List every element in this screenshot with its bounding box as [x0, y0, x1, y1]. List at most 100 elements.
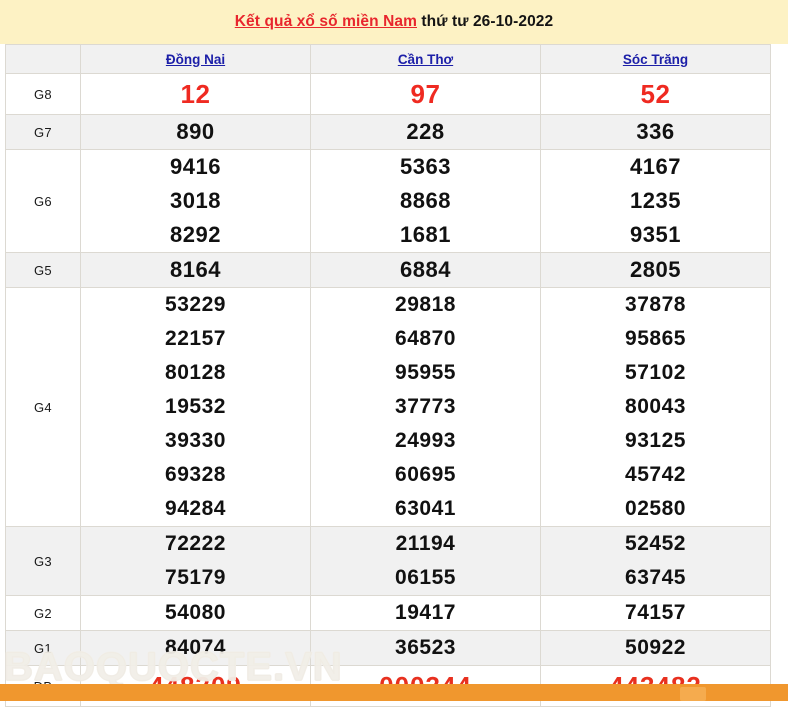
prize-cell: 5363 8868 1681: [310, 149, 541, 253]
page-title-date: thứ tư 26-10-2022: [416, 13, 554, 30]
prize-cell: 9416 3018 8292: [80, 149, 311, 253]
header-province-can-tho: Cần Thơ: [310, 44, 541, 74]
table-row: G5 8164 6884 2805: [5, 252, 771, 288]
table-row: G4 53229 22157 80128 19532 39330 69328 94284 298…: [5, 287, 771, 527]
prize-number: 3018: [170, 188, 221, 213]
prize-number: 9416: [170, 154, 221, 179]
prize-cell: 97: [310, 73, 541, 115]
prize-number: 75179: [165, 566, 226, 589]
prize-cell: 890: [80, 114, 311, 150]
header-corner-cell: [5, 44, 81, 74]
table-row: G3 72222 75179 21194 06155 52452 63745: [5, 526, 771, 596]
prize-number: 52: [640, 79, 671, 109]
prize-cell: 37878 95865 57102 80043 93125 45742 02580: [540, 287, 771, 527]
page-title: Kết quả xổ số miền Nam thứ tư 26-10-2022: [235, 13, 553, 31]
prize-number: 02580: [625, 497, 686, 520]
prize-number: 84074: [165, 636, 226, 659]
prize-number: 95955: [395, 361, 456, 384]
province-link-soc-trang[interactable]: Sóc Trăng: [623, 52, 688, 67]
row-label-g8: G8: [5, 73, 81, 115]
row-label-g5: G5: [5, 252, 81, 288]
lottery-results-container: Đồng Nai Cần Thơ Sóc Trăng G8 12 97 52 G7 890…: [0, 44, 788, 707]
prize-number: 06155: [395, 566, 456, 589]
prize-number: 37878: [625, 293, 686, 316]
prize-number: 8868: [400, 188, 451, 213]
prize-number: 36523: [395, 636, 456, 659]
header-province-soc-trang: Sóc Trăng: [540, 44, 771, 74]
prize-number: 8292: [170, 222, 221, 247]
table-row: G2 54080 19417 74157: [5, 595, 771, 631]
prize-number: 228: [406, 119, 445, 144]
table-row: G7 890 228 336: [5, 114, 771, 150]
prize-cell: 8164: [80, 252, 311, 288]
prize-number: 5363: [400, 154, 451, 179]
prize-cell: 12: [80, 73, 311, 115]
prize-number: 60695: [395, 463, 456, 486]
prize-number: 2805: [630, 257, 681, 282]
prize-number: 22157: [165, 327, 226, 350]
page-title-highlight: Kết quả xổ số miền Nam: [234, 13, 417, 30]
prize-number: 1235: [630, 188, 681, 213]
prize-number: 37773: [395, 395, 456, 418]
prize-number: 21194: [395, 532, 456, 555]
prize-number: 19532: [165, 395, 226, 418]
table-body: G8 12 97 52 G7 890 228 336 G6 9416 3018 8292 5363 886…: [5, 73, 771, 707]
prize-number: 72222: [165, 532, 226, 555]
prize-cell: 2805: [540, 252, 771, 288]
lottery-results-table: Đồng Nai Cần Thơ Sóc Trăng G8 12 97 52 G7 890…: [5, 44, 771, 707]
prize-number: 336: [636, 119, 675, 144]
prize-number: 12: [180, 79, 211, 109]
prize-number: 24993: [395, 429, 456, 452]
prize-number: 80043: [625, 395, 686, 418]
row-label-g7: G7: [5, 114, 81, 150]
prize-number: 8164: [170, 257, 221, 282]
prize-cell: 52452 63745: [540, 526, 771, 596]
province-link-dong-nai[interactable]: Đồng Nai: [166, 52, 225, 67]
row-label-g4: G4: [5, 287, 81, 527]
row-label-g2: G2: [5, 595, 81, 631]
prize-cell: 84074: [80, 630, 311, 666]
prize-cell: 336: [540, 114, 771, 150]
prize-cell: 29818 64870 95955 37773 24993 60695 63041: [310, 287, 541, 527]
header-row: Đồng Nai Cần Thơ Sóc Trăng: [5, 44, 771, 74]
row-label-g3: G3: [5, 526, 81, 596]
prize-number: 69328: [165, 463, 226, 486]
prize-cell: 72222 75179: [80, 526, 311, 596]
prize-number: 57102: [625, 361, 686, 384]
row-label-g1: G1: [5, 630, 81, 666]
prize-number: 97: [410, 79, 441, 109]
prize-number: 52452: [625, 532, 686, 555]
prize-cell: 36523: [310, 630, 541, 666]
prize-number: 890: [176, 119, 215, 144]
prize-cell: 6884: [310, 252, 541, 288]
prize-cell: 19417: [310, 595, 541, 631]
prize-cell: 54080: [80, 595, 311, 631]
prize-number: 95865: [625, 327, 686, 350]
prize-number: 54080: [165, 601, 226, 624]
table-row: G8 12 97 52: [5, 73, 771, 115]
prize-number: 53229: [165, 293, 226, 316]
prize-number: 63745: [625, 566, 686, 589]
prize-number: 80128: [165, 361, 226, 384]
province-link-can-tho[interactable]: Cần Thơ: [398, 52, 453, 67]
prize-cell: 4167 1235 9351: [540, 149, 771, 253]
prize-number: 4167: [630, 154, 681, 179]
prize-number: 19417: [395, 601, 456, 624]
prize-number: 94284: [165, 497, 226, 520]
table-row: G1 84074 36523 50922: [5, 630, 771, 666]
header-province-dong-nai: Đồng Nai: [80, 44, 311, 74]
prize-number: 29818: [395, 293, 456, 316]
prize-number: 50922: [625, 636, 686, 659]
prize-cell: 74157: [540, 595, 771, 631]
prize-number: 6884: [400, 257, 451, 282]
prize-cell: 21194 06155: [310, 526, 541, 596]
prize-cell: 228: [310, 114, 541, 150]
bottom-bar-marker: [680, 687, 706, 701]
prize-number: 39330: [165, 429, 226, 452]
prize-number: 9351: [630, 222, 681, 247]
table-row: G6 9416 3018 8292 5363 8868 1681 4167 1235 9351: [5, 149, 771, 253]
prize-number: 74157: [625, 601, 686, 624]
row-label-g6: G6: [5, 149, 81, 253]
bottom-accent-bar: [0, 684, 788, 701]
table-header: Đồng Nai Cần Thơ Sóc Trăng: [5, 44, 771, 74]
